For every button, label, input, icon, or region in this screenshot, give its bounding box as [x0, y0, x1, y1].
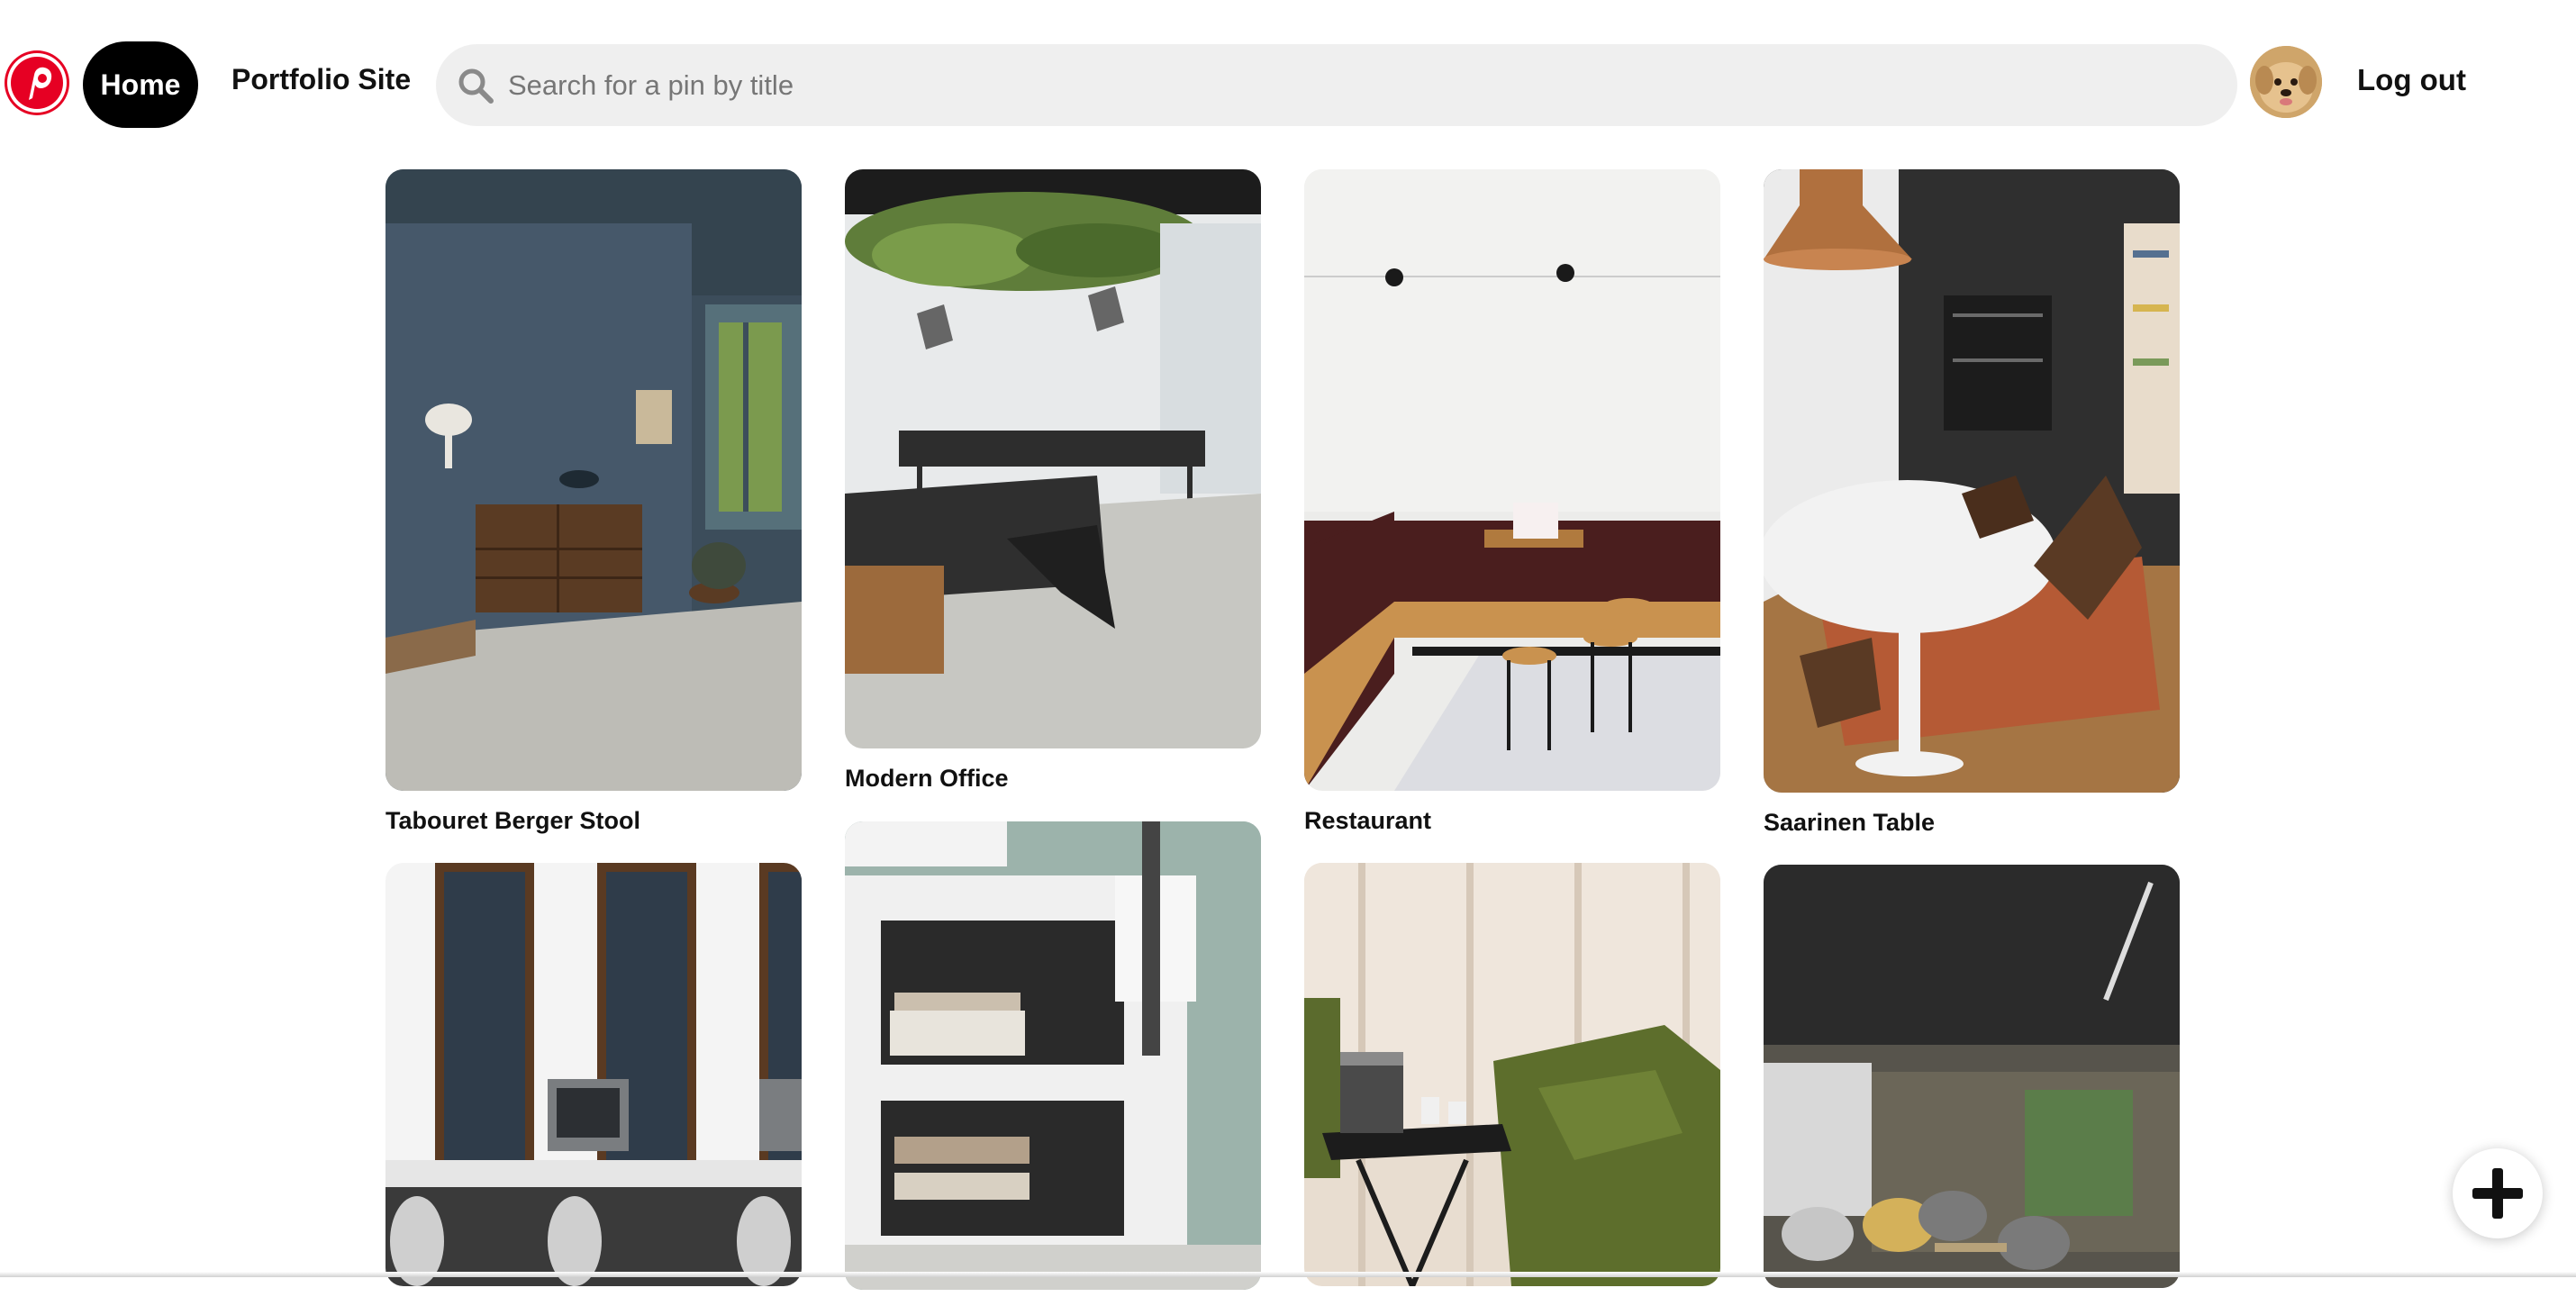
- home-button[interactable]: Home: [83, 41, 198, 128]
- pin-image[interactable]: [385, 863, 802, 1286]
- pin-image[interactable]: [1304, 169, 1720, 791]
- pin-image[interactable]: [1764, 865, 2180, 1288]
- logout-button[interactable]: Log out: [2357, 63, 2466, 97]
- pin-image[interactable]: [385, 169, 802, 791]
- add-pin-button[interactable]: [2453, 1148, 2543, 1238]
- pin-image[interactable]: [1304, 863, 1720, 1286]
- pin-title: Saarinen Table: [1764, 809, 1936, 836]
- pin-card[interactable]: [1764, 865, 2180, 1304]
- search-bar[interactable]: [436, 44, 2237, 126]
- pin-image[interactable]: [845, 169, 1261, 748]
- pin-title: Restaurant: [1304, 807, 1432, 834]
- pin-card[interactable]: Saarinen Table: [1764, 169, 2180, 837]
- pin-image[interactable]: [1764, 169, 2180, 793]
- portfolio-site-link[interactable]: Portfolio Site: [231, 63, 411, 104]
- search-input[interactable]: [508, 60, 2201, 111]
- pin-title: Modern Office: [845, 765, 1009, 792]
- pin-title: Tabouret Berger Stool: [385, 807, 641, 834]
- pin-card[interactable]: [385, 863, 802, 1302]
- pin-card[interactable]: Restaurant: [1304, 169, 1720, 835]
- plus-icon: [2472, 1168, 2523, 1219]
- scroll-edge: [0, 1272, 2576, 1277]
- pin-card[interactable]: Modern Office: [845, 169, 1261, 793]
- pin-image[interactable]: [845, 821, 1261, 1290]
- avatar[interactable]: [2250, 46, 2322, 118]
- pinterest-logo-icon[interactable]: [7, 53, 67, 113]
- search-icon: [458, 68, 494, 104]
- pin-card[interactable]: [1304, 863, 1720, 1302]
- top-nav: Home Portfolio Site Log out: [0, 0, 2576, 167]
- pin-card[interactable]: [845, 821, 1261, 1306]
- pin-card[interactable]: Tabouret Berger Stool: [385, 169, 802, 835]
